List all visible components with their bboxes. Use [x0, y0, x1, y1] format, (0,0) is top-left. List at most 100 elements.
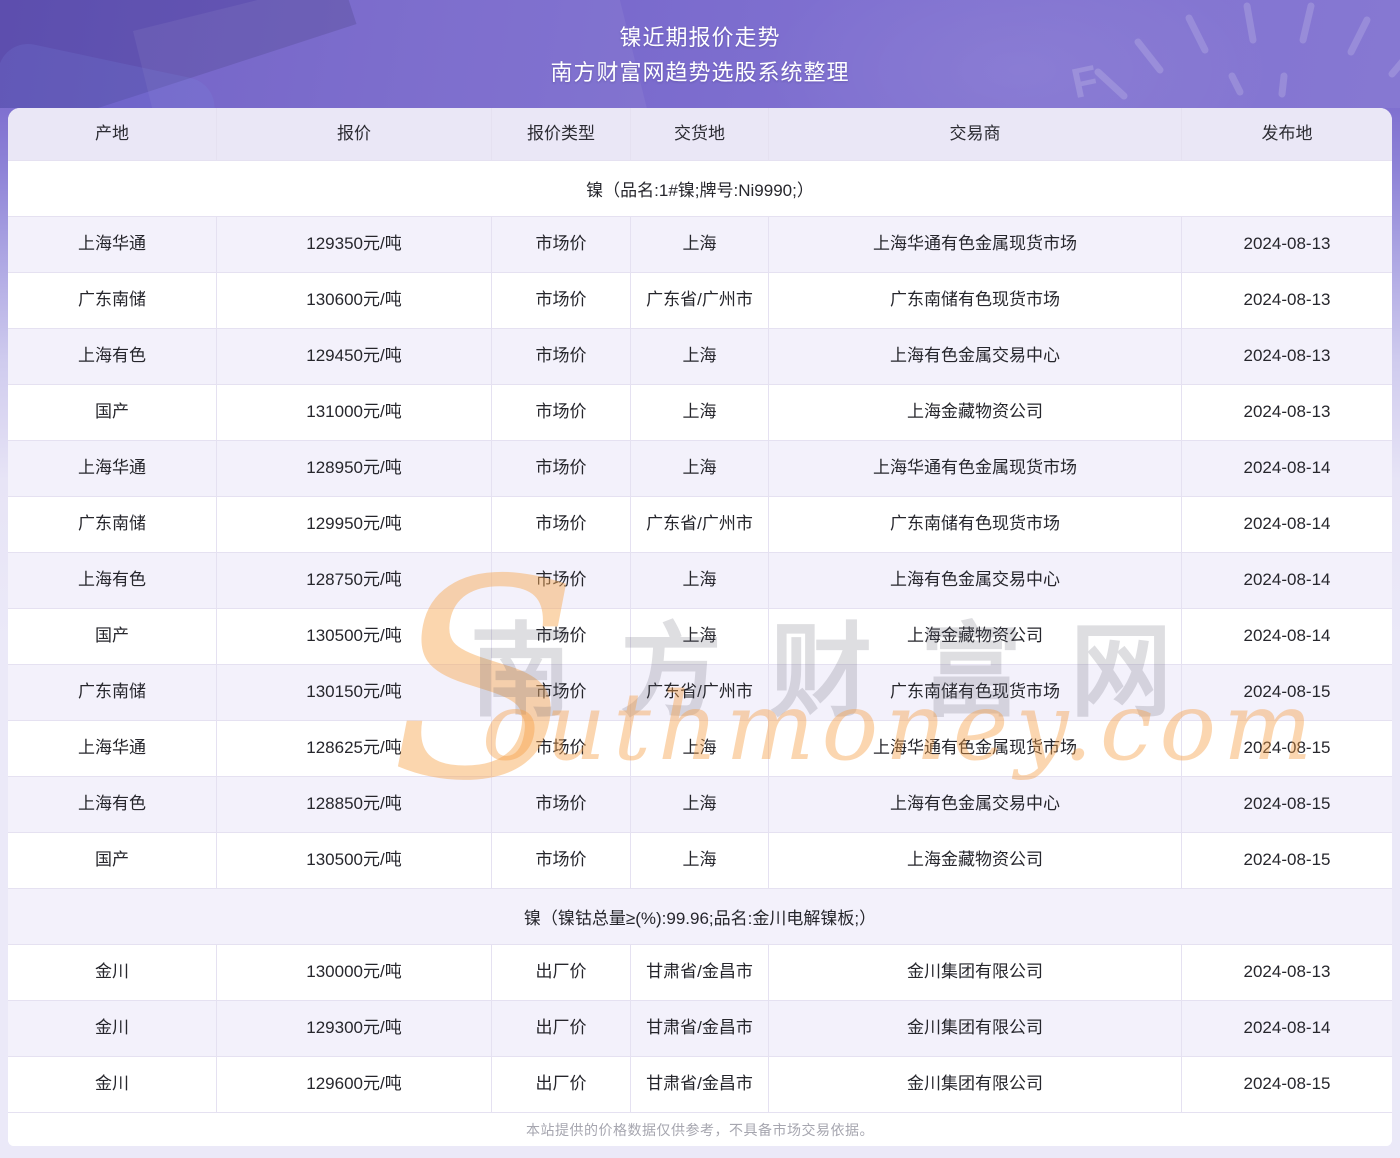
cell-price-type: 市场价: [492, 273, 631, 328]
table-row: 广东南储129950元/吨市场价广东省/广州市广东南储有色现货市场2024-08…: [8, 496, 1392, 552]
cell-origin: 广东南储: [8, 497, 217, 552]
table-row: 广东南储130150元/吨市场价广东省/广州市广东南储有色现货市场2024-08…: [8, 664, 1392, 720]
cell-delivery-place: 上海: [631, 329, 769, 384]
cell-publish-date: 2024-08-14: [1182, 553, 1392, 608]
cell-delivery-place: 广东省/广州市: [631, 497, 769, 552]
cell-origin: 上海有色: [8, 777, 217, 832]
cell-price-type: 市场价: [492, 441, 631, 496]
cell-origin: 金川: [8, 1057, 217, 1112]
cell-delivery-place: 甘肃省/金昌市: [631, 1057, 769, 1112]
table-row: 上海华通129350元/吨市场价上海上海华通有色金属现货市场2024-08-13: [8, 216, 1392, 272]
cell-price: 129300元/吨: [217, 1001, 492, 1056]
cell-trader: 广东南储有色现货市场: [769, 273, 1182, 328]
cell-delivery-place: 广东省/广州市: [631, 273, 769, 328]
column-header-price-type: 报价类型: [492, 108, 631, 160]
cell-publish-date: 2024-08-13: [1182, 945, 1392, 1000]
section-header-row: 镍（品名:1#镍;牌号:Ni9990;）: [8, 160, 1392, 216]
table-row: 金川129300元/吨出厂价甘肃省/金昌市金川集团有限公司2024-08-14: [8, 1000, 1392, 1056]
cell-price: 128750元/吨: [217, 553, 492, 608]
cell-publish-date: 2024-08-15: [1182, 665, 1392, 720]
table-row: 国产130500元/吨市场价上海上海金藏物资公司2024-08-15: [8, 832, 1392, 888]
cell-trader: 金川集团有限公司: [769, 1057, 1182, 1112]
cell-price-type: 市场价: [492, 777, 631, 832]
footer-disclaimer: 本站提供的价格数据仅供参考，不具备市场交易依据。: [8, 1112, 1392, 1146]
page-title: 镍近期报价走势: [619, 24, 780, 52]
cell-trader: 上海华通有色金属现货市场: [769, 217, 1182, 272]
cell-price-type: 市场价: [492, 833, 631, 888]
cell-delivery-place: 甘肃省/金昌市: [631, 1001, 769, 1056]
cell-price-type: 出厂价: [492, 945, 631, 1000]
cell-price: 128625元/吨: [217, 721, 492, 776]
cell-origin: 上海有色: [8, 553, 217, 608]
table-row: 上海有色129450元/吨市场价上海上海有色金属交易中心2024-08-13: [8, 328, 1392, 384]
cell-publish-date: 2024-08-13: [1182, 273, 1392, 328]
table-row: 上海有色128850元/吨市场价上海上海有色金属交易中心2024-08-15: [8, 776, 1392, 832]
page-subtitle: 南方财富网趋势选股系统整理: [550, 59, 849, 87]
cell-price: 130600元/吨: [217, 273, 492, 328]
column-header-delivery-place: 交货地: [631, 108, 769, 160]
cell-delivery-place: 甘肃省/金昌市: [631, 945, 769, 1000]
cell-origin: 金川: [8, 1001, 217, 1056]
cell-delivery-place: 上海: [631, 385, 769, 440]
table-row: 金川129600元/吨出厂价甘肃省/金昌市金川集团有限公司2024-08-15: [8, 1056, 1392, 1112]
nickel-quotes-table: 产地报价报价类型交货地交易商发布地 镍（品名:1#镍;牌号:Ni9990;）上海…: [8, 108, 1392, 1146]
cell-origin: 国产: [8, 833, 217, 888]
cell-trader: 上海金藏物资公司: [769, 609, 1182, 664]
table-row: 金川130000元/吨出厂价甘肃省/金昌市金川集团有限公司2024-08-13: [8, 944, 1392, 1000]
cell-publish-date: 2024-08-13: [1182, 217, 1392, 272]
cell-publish-date: 2024-08-13: [1182, 329, 1392, 384]
section-header-row: 镍（镍钴总量≥(%):99.96;品名:金川电解镍板;）: [8, 888, 1392, 944]
cell-price: 129450元/吨: [217, 329, 492, 384]
table-row: 国产130500元/吨市场价上海上海金藏物资公司2024-08-14: [8, 608, 1392, 664]
column-header-origin: 产地: [8, 108, 217, 160]
cell-price: 130500元/吨: [217, 609, 492, 664]
cell-trader: 上海金藏物资公司: [769, 385, 1182, 440]
cell-origin: 国产: [8, 609, 217, 664]
table-row: 上海有色128750元/吨市场价上海上海有色金属交易中心2024-08-14: [8, 552, 1392, 608]
cell-origin: 上海有色: [8, 329, 217, 384]
column-header-publish-date: 发布地: [1182, 108, 1392, 160]
cell-origin: 上海华通: [8, 217, 217, 272]
cell-trader: 广东南储有色现货市场: [769, 497, 1182, 552]
cell-delivery-place: 上海: [631, 217, 769, 272]
cell-price-type: 出厂价: [492, 1057, 631, 1112]
cell-trader: 上海有色金属交易中心: [769, 777, 1182, 832]
disclaimer-text: 本站提供的价格数据仅供参考，不具备市场交易依据。: [526, 1120, 874, 1140]
cell-price-type: 市场价: [492, 385, 631, 440]
cell-price: 129600元/吨: [217, 1057, 492, 1112]
cell-origin: 上海华通: [8, 441, 217, 496]
column-header-trader: 交易商: [769, 108, 1182, 160]
table-row: 上海华通128950元/吨市场价上海上海华通有色金属现货市场2024-08-14: [8, 440, 1392, 496]
cell-price-type: 市场价: [492, 721, 631, 776]
cell-price: 130500元/吨: [217, 833, 492, 888]
cell-price: 129350元/吨: [217, 217, 492, 272]
cell-price-type: 出厂价: [492, 1001, 631, 1056]
table-header-row: 产地报价报价类型交货地交易商发布地: [8, 108, 1392, 160]
cell-delivery-place: 上海: [631, 553, 769, 608]
cell-delivery-place: 上海: [631, 721, 769, 776]
cell-publish-date: 2024-08-15: [1182, 721, 1392, 776]
cell-origin: 国产: [8, 385, 217, 440]
cell-price: 128850元/吨: [217, 777, 492, 832]
cell-price-type: 市场价: [492, 217, 631, 272]
cell-origin: 广东南储: [8, 665, 217, 720]
cell-trader: 上海有色金属交易中心: [769, 329, 1182, 384]
cell-price: 130150元/吨: [217, 665, 492, 720]
cell-delivery-place: 上海: [631, 833, 769, 888]
cell-price-type: 市场价: [492, 609, 631, 664]
banner: F 镍近期报价走势 南方财富网趋势选股系统整理: [0, 0, 1400, 108]
cell-publish-date: 2024-08-14: [1182, 1001, 1392, 1056]
column-header-price: 报价: [217, 108, 492, 160]
cell-delivery-place: 上海: [631, 777, 769, 832]
cell-price-type: 市场价: [492, 497, 631, 552]
cell-publish-date: 2024-08-14: [1182, 441, 1392, 496]
table-row: 国产131000元/吨市场价上海上海金藏物资公司2024-08-13: [8, 384, 1392, 440]
cell-trader: 上海华通有色金属现货市场: [769, 441, 1182, 496]
cell-trader: 金川集团有限公司: [769, 1001, 1182, 1056]
cell-trader: 金川集团有限公司: [769, 945, 1182, 1000]
banner-titles: 镍近期报价走势 南方财富网趋势选股系统整理: [0, 0, 1400, 108]
cell-publish-date: 2024-08-15: [1182, 1057, 1392, 1112]
table-row: 广东南储130600元/吨市场价广东省/广州市广东南储有色现货市场2024-08…: [8, 272, 1392, 328]
cell-delivery-place: 上海: [631, 609, 769, 664]
cell-price-type: 市场价: [492, 553, 631, 608]
